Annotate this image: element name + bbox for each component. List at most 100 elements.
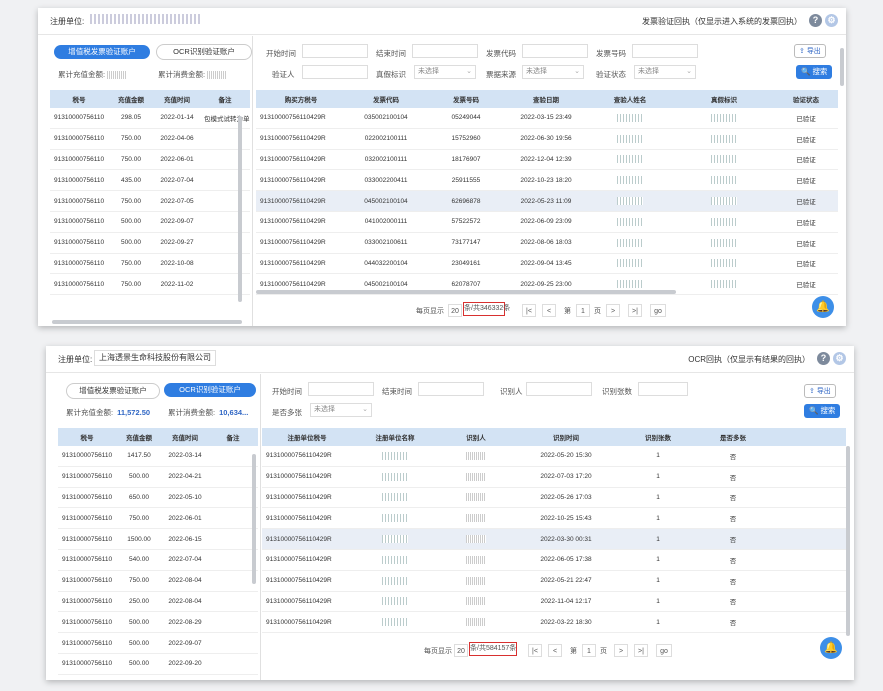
go-button[interactable]: go [656, 644, 672, 657]
column-header[interactable]: 验证状态 [774, 90, 838, 108]
table-row[interactable]: 91310000756110 500.00 2022-09-07 [58, 632, 258, 654]
table-row[interactable]: 91310000756110 435.00 2022-07-04 [50, 169, 250, 192]
prev-page-button[interactable]: < [542, 304, 556, 317]
column-header[interactable]: 真假标识 [674, 90, 774, 108]
left-table-scrollbar[interactable] [238, 116, 242, 302]
bell-icon[interactable]: 🔔 [820, 637, 842, 659]
table-row[interactable]: 91310000756110429R 2022-03-22 18:30 1 否 [262, 611, 846, 634]
export-button[interactable]: ⇪ 导出 [794, 44, 826, 58]
table-row[interactable]: 91310000756110 1417.50 2022-03-14 [58, 446, 258, 467]
authenticity-select[interactable]: 未选择 ⌄ [414, 65, 476, 79]
table-row[interactable]: 91310000756110 500.00 2022-04-21 [58, 466, 258, 488]
table-row[interactable]: 91310000756110429R 2022-05-26 17:03 1 否 [262, 487, 846, 509]
last-page-button[interactable]: >| [628, 304, 642, 317]
recognizer-input[interactable] [526, 382, 592, 396]
per-page-select[interactable]: 20 [454, 644, 468, 657]
column-header[interactable]: 注册单位税号 [262, 428, 352, 446]
table-row[interactable]: 91310000756110429R 2022-05-20 15:30 1 否 [262, 446, 846, 467]
start-time-input[interactable] [302, 44, 368, 58]
end-time-input[interactable] [412, 44, 478, 58]
invoice-number-input[interactable] [632, 44, 698, 58]
tab-vat-invoice-account[interactable]: 增值税发票验证账户 [66, 383, 160, 399]
column-header[interactable]: 备注 [200, 90, 250, 108]
table-row[interactable]: 91310000756110 250.00 2022-08-04 [58, 591, 258, 613]
table-row[interactable]: 91310000756110429R 2022-05-21 22:47 1 否 [262, 570, 846, 592]
table-row[interactable]: 91310000756110429R 2022-03-30 00:31 1 否 [262, 528, 846, 550]
next-page-button[interactable]: > [614, 644, 628, 657]
column-header[interactable]: 识别张数 [618, 428, 698, 446]
table-row[interactable]: 91310000756110 650.00 2022-05-10 [58, 487, 258, 509]
verify-status-select[interactable]: 未选择 ⌄ [634, 65, 696, 79]
table-row[interactable]: 91310000756110429R 2022-10-25 15:43 1 否 [262, 507, 846, 530]
table-row[interactable]: 91310000756110 500.00 2022-09-20 [58, 653, 258, 675]
table-row[interactable]: 91310000756110429R 033002200411 25911555 20… [256, 169, 838, 192]
right-table-scrollbar[interactable] [846, 446, 850, 636]
table-row[interactable]: 91310000756110 1500.00 2022-06-15 [58, 528, 258, 550]
table-row[interactable]: 91310000756110429R 045002100104 62696878 20… [256, 190, 838, 212]
column-header[interactable]: 识别人 [438, 428, 514, 446]
column-header[interactable]: 查验日期 [506, 90, 586, 108]
left-table-scrollbar[interactable] [252, 454, 256, 584]
table-row[interactable]: 91310000756110429R 044032200104 23049161 20… [256, 253, 838, 275]
search-button[interactable]: 🔍 搜索 [804, 404, 841, 418]
next-page-button[interactable]: > [606, 304, 620, 317]
column-header[interactable]: 识别时间 [514, 428, 618, 446]
tab-ocr-account[interactable]: OCR识别验证账户 [156, 44, 252, 60]
table-row[interactable]: 91310000756110 750.00 2022-07-05 [50, 190, 250, 212]
left-table-hscrollbar[interactable] [52, 320, 242, 324]
table-row[interactable]: 91310000756110 750.00 2022-06-01 [50, 149, 250, 171]
invoice-code-input[interactable] [522, 44, 588, 58]
prev-page-button[interactable]: < [548, 644, 562, 657]
search-button[interactable]: 🔍 搜索 [796, 65, 833, 79]
column-header[interactable]: 充值金额 [116, 428, 162, 446]
help-icon[interactable]: ? [809, 14, 822, 27]
table-row[interactable]: 91310000756110 750.00 2022-04-06 [50, 128, 250, 150]
table-row[interactable]: 91310000756110429R 2022-07-03 17:20 1 否 [262, 466, 846, 488]
first-page-button[interactable]: |< [528, 644, 542, 657]
column-header[interactable]: 充值金额 [108, 90, 154, 108]
export-button[interactable]: ⇪ 导出 [804, 384, 836, 398]
column-header[interactable]: 注册单位名称 [352, 428, 438, 446]
column-header[interactable]: 购买方税号 [256, 90, 346, 108]
table-row[interactable]: 91310000756110 750.00 2022-11-02 [50, 273, 250, 296]
column-header[interactable]: 备注 [208, 428, 258, 446]
invoice-source-select[interactable]: 未选择 ⌄ [522, 65, 584, 79]
recog-count-input[interactable] [638, 382, 688, 396]
column-header[interactable]: 税号 [50, 90, 108, 108]
table-row[interactable]: 91310000756110 750.00 2022-08-04 [58, 570, 258, 592]
table-row[interactable]: 91310000756110429R 041002000111 57522572 20… [256, 211, 838, 233]
right-table-hscrollbar[interactable] [256, 290, 676, 294]
table-row[interactable]: 91310000756110429R 033002100611 73177147 20… [256, 232, 838, 254]
multi-ticket-select[interactable]: 未选择 ⌄ [310, 403, 372, 417]
table-row[interactable]: 91310000756110429R 022002100111 15752960 20… [256, 128, 838, 150]
last-page-button[interactable]: >| [634, 644, 648, 657]
table-row[interactable]: 91310000756110 750.00 2022-06-01 [58, 507, 258, 530]
column-header[interactable]: 发票代码 [346, 90, 426, 108]
column-header[interactable]: 税号 [58, 428, 116, 446]
column-header[interactable]: 查验人姓名 [586, 90, 674, 108]
bell-icon[interactable]: 🔔 [812, 296, 834, 318]
tab-vat-invoice-account[interactable]: 增值税发票验证账户 [54, 45, 150, 59]
column-header[interactable]: 充值时间 [162, 428, 208, 446]
page-input[interactable]: 1 [576, 304, 590, 317]
verifier-input[interactable] [302, 65, 368, 79]
per-page-select[interactable]: 20 [448, 304, 462, 317]
gear-icon[interactable]: ⚙ [825, 14, 838, 27]
table-row[interactable]: 91310000756110429R 035002100104 05249044 20… [256, 108, 838, 129]
go-button[interactable]: go [650, 304, 666, 317]
help-icon[interactable]: ? [817, 352, 830, 365]
gear-icon[interactable]: ⚙ [833, 352, 846, 365]
end-time-input[interactable] [418, 382, 484, 396]
start-time-input[interactable] [308, 382, 374, 396]
table-row[interactable]: 91310000756110429R 2022-06-05 17:38 1 否 [262, 549, 846, 571]
table-row[interactable]: 91310000756110429R 032002100111 18176907 20… [256, 149, 838, 171]
table-row[interactable]: 91310000756110 500.00 2022-08-29 [58, 611, 258, 634]
table-row[interactable]: 91310000756110 298.05 2022-01-14 包模式试转为单 [50, 108, 250, 129]
column-header[interactable]: 发票号码 [426, 90, 506, 108]
first-page-button[interactable]: |< [522, 304, 536, 317]
table-row[interactable]: 91310000756110 500.00 2022-09-27 [50, 232, 250, 254]
table-row[interactable]: 91310000756110429R 2022-11-04 12:17 1 否 [262, 591, 846, 613]
column-header[interactable]: 充值时间 [154, 90, 200, 108]
table-row[interactable]: 91310000756110 750.00 2022-10-08 [50, 253, 250, 275]
column-header[interactable]: 是否多张 [698, 428, 768, 446]
